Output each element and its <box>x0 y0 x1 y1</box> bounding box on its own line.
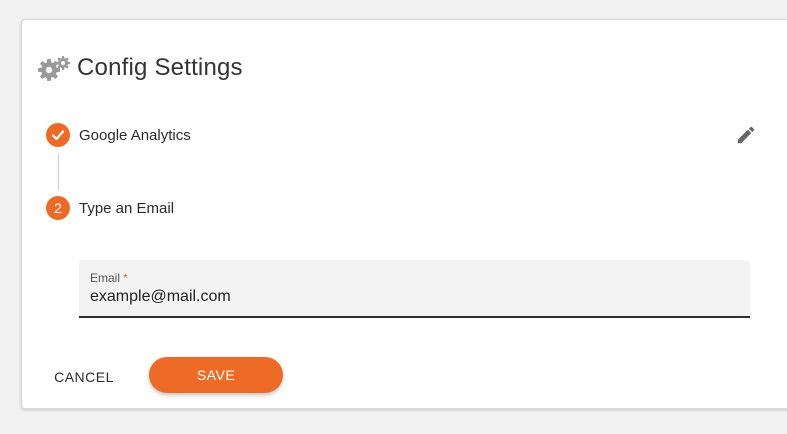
page-title: Config Settings <box>77 54 243 81</box>
step-number-badge: 2 <box>46 196 70 220</box>
pencil-icon[interactable] <box>735 124 757 146</box>
required-marker: * <box>123 271 128 285</box>
gears-icon <box>38 56 70 81</box>
email-field[interactable]: Email * <box>79 260 750 318</box>
step-completed-indicator <box>46 123 70 147</box>
check-icon <box>51 130 65 141</box>
email-input[interactable] <box>90 288 730 306</box>
cancel-button[interactable]: CANCEL <box>40 359 128 395</box>
step-connector <box>58 154 59 190</box>
config-settings-card: Config Settings Google Analytics 2 Type … <box>21 19 787 409</box>
step-label: Type an Email <box>79 199 175 217</box>
step-google-analytics[interactable]: Google Analytics <box>46 123 191 147</box>
step-label: Google Analytics <box>79 126 191 144</box>
save-button[interactable]: SAVE <box>149 357 283 393</box>
header: Config Settings <box>37 52 243 84</box>
step-type-an-email[interactable]: 2 Type an Email <box>46 196 174 220</box>
email-label-text: Email <box>90 271 121 285</box>
email-field-label: Email * <box>90 271 128 285</box>
